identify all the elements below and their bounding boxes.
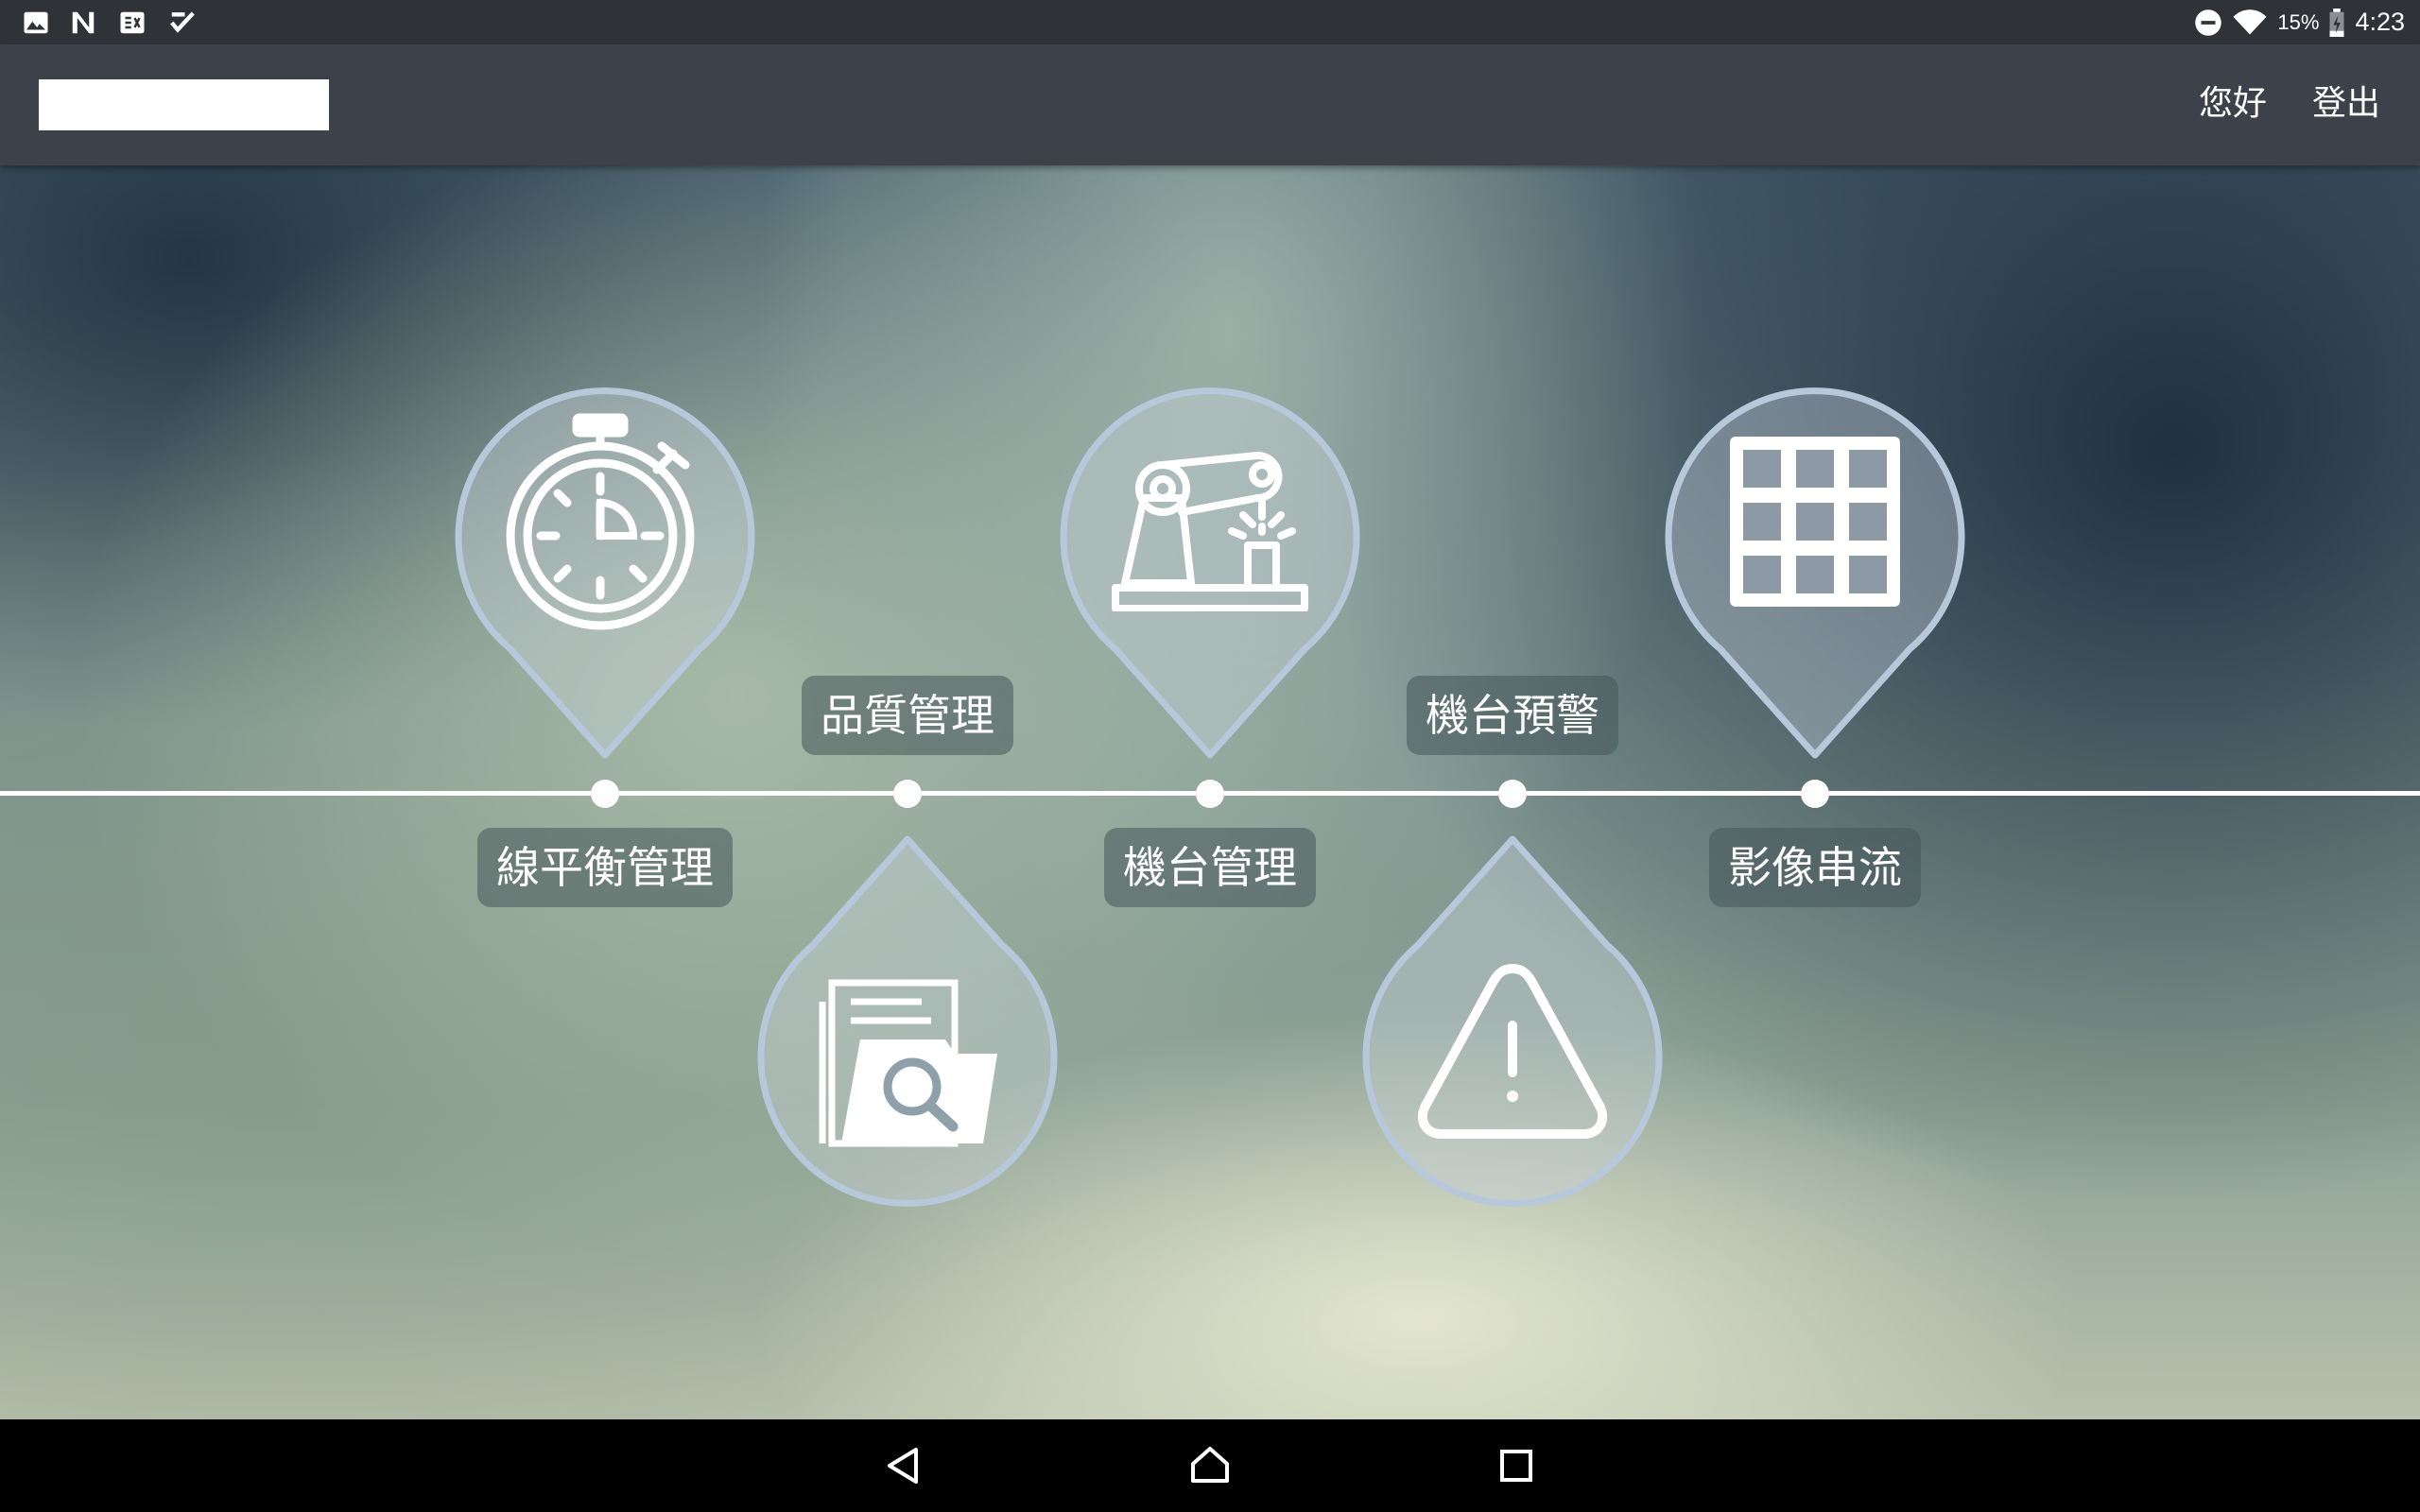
battery-charging-icon	[2329, 8, 2344, 37]
home-icon[interactable]	[1182, 1437, 1238, 1494]
task-app-icon	[170, 11, 195, 33]
back-icon[interactable]	[875, 1437, 932, 1494]
status-bar: 15% 4:23	[0, 0, 2420, 44]
recents-icon[interactable]	[1488, 1437, 1545, 1494]
label-quality[interactable]: 品質管理	[802, 676, 1013, 755]
n-app-icon	[72, 11, 95, 34]
menu-item-machine-alert[interactable]	[1361, 832, 1664, 1238]
news-app-icon	[120, 11, 145, 34]
menu-item-quality[interactable]	[756, 832, 1059, 1238]
logout-button[interactable]: 登出	[2312, 80, 2380, 128]
app-bar: 您好 登出	[0, 44, 2420, 165]
robot-arm-icon	[1112, 452, 1308, 611]
grid-icon	[1730, 437, 1900, 607]
main-area: 線平衡管理 品質管理 機台管理 機台預警 影像串流	[0, 165, 2420, 1419]
timeline-dot	[1801, 780, 1829, 808]
menu-item-machine[interactable]	[1059, 356, 1361, 763]
document-search-icon	[819, 979, 997, 1147]
timeline-dot	[893, 780, 922, 808]
clock: 4:23	[2355, 8, 2405, 36]
stopwatch-icon	[506, 413, 695, 630]
timeline-dot	[1498, 780, 1527, 808]
label-line-balance[interactable]: 線平衡管理	[477, 828, 733, 907]
label-machine-alert[interactable]: 機台預警	[1407, 676, 1618, 755]
menu-item-line-balance[interactable]	[454, 356, 756, 763]
warning-icon	[1417, 964, 1608, 1139]
label-machine[interactable]: 機台管理	[1104, 828, 1316, 907]
gallery-icon	[24, 11, 48, 34]
timeline-dot	[591, 780, 619, 808]
timeline-dot	[1196, 780, 1224, 808]
do-not-disturb-icon	[2195, 9, 2222, 36]
wifi-icon	[2233, 9, 2267, 34]
logo[interactable]	[39, 79, 329, 130]
label-video-stream[interactable]: 影像串流	[1709, 828, 1921, 907]
status-bar-right: 15% 4:23	[2194, 0, 2405, 44]
menu-item-video-stream[interactable]	[1664, 356, 1966, 763]
screen: 15% 4:23 您好 登出 線平衡管理 品質管理 機台管理 機台預警 影像串流	[0, 0, 2420, 1512]
nav-bar	[0, 1419, 2420, 1512]
battery-percent: 15%	[2277, 9, 2320, 34]
greeting-link[interactable]: 您好	[2199, 80, 2267, 128]
